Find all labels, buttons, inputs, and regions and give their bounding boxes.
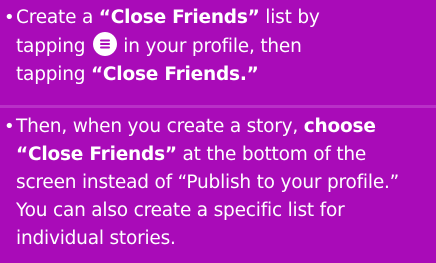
tip-2-bold-choose: choose (303, 116, 376, 137)
tip-1-text-tapping: tapping (16, 36, 86, 57)
tip-1-text-profile: in your profile, then (123, 36, 302, 57)
tip-share-story-close-friends: • Then, when you create a story, choose … (4, 113, 430, 253)
tip-1-bold-close-friends-2: “Close Friends.” (90, 64, 259, 85)
hamburger-menu-icon (93, 32, 118, 56)
divider (0, 105, 436, 108)
tip-create-close-friends-list: • Create a “Close Friends” list by tappi… (4, 4, 430, 89)
tip-1-text-tapping-2: tapping (16, 64, 91, 85)
tip-1-text-b: list by (259, 7, 320, 28)
tip-1-bold-close-friends: “Close Friends” (98, 7, 260, 28)
tip-1-text-a: Create a (16, 7, 99, 28)
tip-2-text-a: Then, when you create a story, (16, 116, 304, 137)
tip-2-bold-close-friends: “Close Friends” (16, 144, 177, 165)
bullet: • (4, 7, 15, 28)
bullet: • (4, 116, 15, 137)
tips-panel: • Create a “Close Friends” list by tappi… (0, 0, 436, 263)
